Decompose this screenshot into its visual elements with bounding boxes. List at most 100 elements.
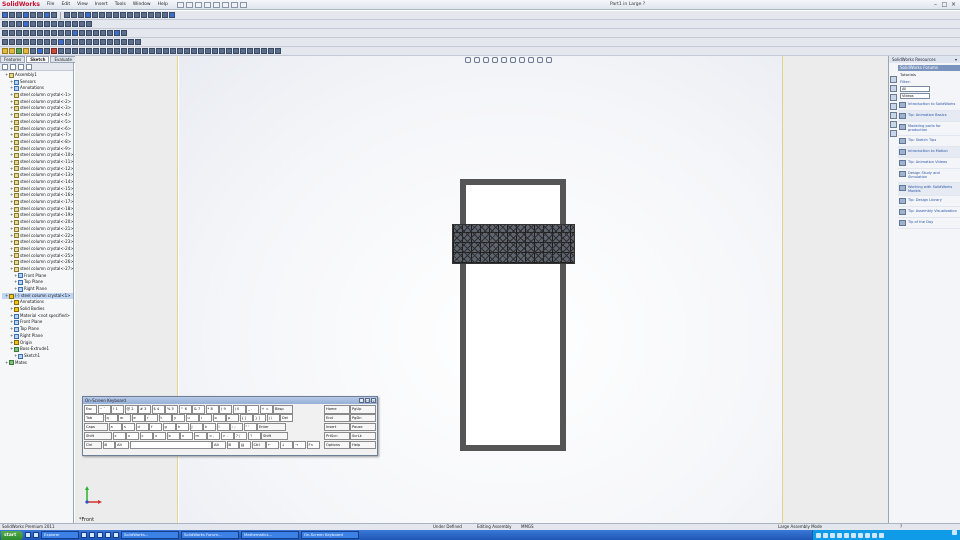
video-item[interactable]: Working with SolidWorks Models [898,182,960,197]
key[interactable]: ? / [234,431,247,441]
toolbar-icon[interactable] [23,39,29,45]
dimxpert-manager-icon[interactable] [26,63,32,70]
taskbar-item[interactable]: SolidWorks... [121,531,179,539]
expand-icon[interactable]: + [10,266,13,273]
toolbar-icon[interactable] [30,12,36,18]
expand-icon[interactable]: + [10,105,13,112]
toolbar-icon[interactable] [16,39,22,45]
minimize-icon[interactable]: _ [359,398,364,403]
tree-row[interactable]: + steel column crystal<-20> [2,219,73,226]
toolbar-icon[interactable] [79,48,85,54]
toolbar-icon[interactable] [275,48,281,54]
toolbar-icon[interactable] [58,30,64,36]
expand-icon[interactable]: + [10,126,13,133]
tab-features[interactable]: Features [0,56,26,63]
type-dropdown[interactable]: Videos [900,93,930,99]
tray-icon[interactable] [830,532,835,538]
expand-icon[interactable]: + [10,233,13,240]
tree-row[interactable]: + Boss-Extrude1 [2,346,73,353]
tree-row[interactable]: + steel column crystal<-7> [2,132,73,139]
toolbar-icon[interactable] [65,30,71,36]
expand-icon[interactable]: + [10,159,13,166]
taskbar-item[interactable]: On-Screen Keyboard [301,531,359,539]
expand-icon[interactable]: + [10,239,13,246]
key[interactable]: w [118,413,131,423]
toolbar-icon[interactable] [23,48,29,54]
toolbar-icon[interactable] [99,12,105,18]
tree-row[interactable]: + steel column crystal<-18> [2,206,73,213]
toolbar-icon[interactable] [86,21,92,27]
close-icon[interactable]: × [950,1,957,8]
toolbar-icon[interactable] [65,39,71,45]
toolbar-icon[interactable] [127,12,133,18]
key[interactable]: ⊞ [226,440,239,450]
key[interactable]: ⊞ [102,440,115,450]
expand-icon[interactable]: + [10,85,13,92]
expand-icon[interactable]: + [10,199,13,206]
tab-sketch[interactable]: Sketch [26,56,50,63]
toolbar-icon[interactable] [37,48,43,54]
expand-icon[interactable]: + [14,286,17,293]
key[interactable]: x [126,431,139,441]
tree-row[interactable]: + steel column crystal<-25> [2,253,73,260]
toolbar-icon[interactable] [205,48,211,54]
expand-icon[interactable]: + [10,253,13,260]
key[interactable]: Insert [324,422,350,432]
tree-row[interactable]: + Sketch1 [2,353,73,360]
toolbar-icon[interactable] [162,12,168,18]
key[interactable]: c [139,431,153,441]
expand-icon[interactable]: + [14,273,17,280]
expand-icon[interactable]: + [5,293,8,300]
toolbar-icon[interactable] [72,30,78,36]
toolbar-icon[interactable] [16,12,22,18]
key[interactable]: ScrLk [350,431,376,441]
toolbar-icon[interactable] [79,21,85,27]
toolbar-icon[interactable] [9,39,15,45]
toolbar-icon[interactable] [128,39,134,45]
toolbar-icon[interactable] [114,39,120,45]
toolbar-icon[interactable] [135,39,141,45]
tree-row[interactable]: + Right Plane [2,286,73,293]
key[interactable]: f [149,422,162,432]
toolbar-icon[interactable] [30,30,36,36]
toolbar-icon[interactable] [51,30,57,36]
toolbar-icon[interactable] [170,48,176,54]
toolbar-icon[interactable] [169,12,175,18]
quick-launch-icon[interactable] [25,532,31,538]
key[interactable]: i [199,413,212,423]
video-item[interactable]: Tip: Sketch Tips [898,136,960,147]
tree-row[interactable]: + steel column crystal<-26> [2,259,73,266]
toolbar-icon[interactable] [58,39,64,45]
key[interactable]: _ - [246,405,259,414]
expand-icon[interactable]: + [10,166,13,173]
toolbar-icon[interactable] [121,48,127,54]
tab-evaluate[interactable]: Evaluate [50,56,76,63]
key[interactable]: Caps [84,422,108,432]
expand-icon[interactable]: + [10,333,13,340]
toolbar-icon[interactable] [107,30,113,36]
taskbar-app-icon[interactable] [89,532,95,538]
mesh-band-model[interactable] [452,224,575,264]
toolbar-icon[interactable] [30,39,36,45]
expand-icon[interactable]: + [10,226,13,233]
tree-row[interactable]: + steel column crystal<-27> [2,266,73,273]
save-icon[interactable] [194,1,202,8]
tray-icon[interactable] [865,532,870,538]
expand-icon[interactable]: + [10,206,13,213]
toolbar-icon[interactable] [9,12,15,18]
expand-icon[interactable]: + [10,299,13,306]
key[interactable]: ↑ [247,431,261,441]
toolbar-icon[interactable] [58,48,64,54]
toolbar-icon[interactable] [93,48,99,54]
toolbar-icon[interactable] [247,48,253,54]
tree-row[interactable]: + steel column crystal<-14> [2,179,73,186]
toolbar-icon[interactable] [212,48,218,54]
toolbar-icon[interactable] [2,21,8,27]
apply-scene-icon[interactable] [537,57,543,63]
toolbar-icon[interactable] [72,21,78,27]
key[interactable]: { [ [239,413,253,423]
toolbar-icon[interactable] [23,30,29,36]
key[interactable]: + = [259,405,273,414]
menu-view[interactable]: View [74,2,91,7]
expand-icon[interactable]: + [10,92,13,99]
